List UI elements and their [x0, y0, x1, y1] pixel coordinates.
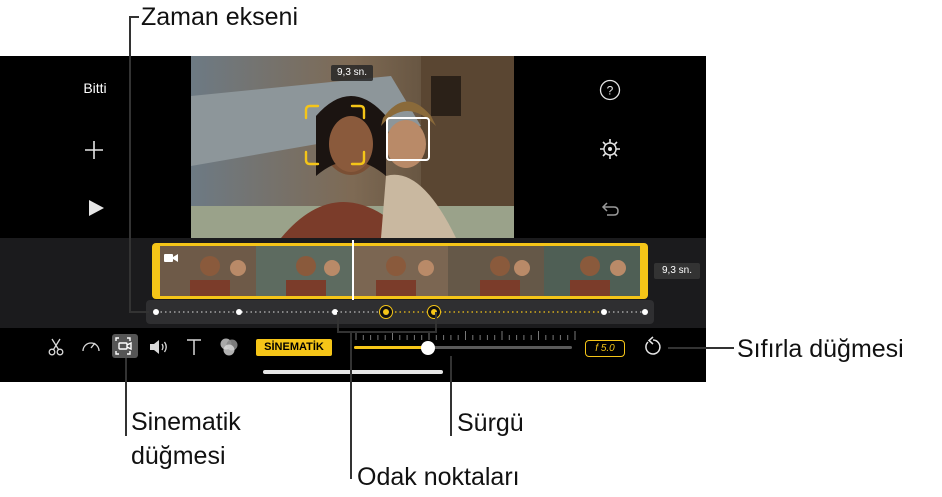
focus-callout-line	[337, 312, 339, 332]
question-icon[interactable]: ?	[599, 79, 621, 101]
slider-callout: Sürgü	[457, 409, 524, 437]
reset-icon[interactable]	[642, 336, 664, 358]
filters-icon[interactable]	[218, 336, 240, 358]
clip-thumbnails	[160, 246, 640, 296]
focus-frame[interactable]	[304, 104, 366, 166]
focus-callout-line	[337, 331, 437, 333]
left-controls: Bitti	[0, 56, 190, 238]
cinematic-button-callout: Sinematik	[131, 408, 241, 436]
timeline-callout-line	[129, 311, 149, 313]
cinematic-callout-line	[125, 358, 127, 436]
plus-icon[interactable]	[82, 138, 106, 162]
svg-text:?: ?	[607, 84, 614, 98]
focus-point-selected[interactable]	[379, 305, 393, 319]
focus-point-selected[interactable]	[427, 305, 441, 319]
home-indicator	[263, 370, 443, 374]
text-icon[interactable]	[184, 337, 204, 357]
focus-callout-line	[435, 312, 437, 332]
reset-button-callout: Sıfırla düğmesi	[737, 335, 904, 363]
focus-point[interactable]	[153, 309, 159, 315]
clip-duration-badge: 9,3 sn.	[654, 263, 700, 279]
focus-point[interactable]	[642, 309, 648, 315]
timeline-callout-line	[129, 16, 131, 312]
cinematic-button-callout: düğmesi	[131, 442, 226, 470]
scissors-icon[interactable]	[46, 337, 66, 357]
speaker-icon[interactable]	[148, 337, 170, 357]
video-clip[interactable]	[152, 243, 648, 299]
tracking-box[interactable]	[386, 117, 430, 161]
aperture-slider[interactable]	[354, 341, 572, 355]
slider-fill	[354, 346, 428, 349]
play-icon[interactable]	[86, 198, 106, 218]
right-controls: ?	[515, 56, 706, 238]
reset-callout-line	[668, 347, 734, 349]
playhead-time-badge: 9,3 sn.	[331, 65, 373, 81]
focus-point[interactable]	[236, 309, 242, 315]
clip-camera-icon	[164, 250, 178, 262]
undo-icon[interactable]	[599, 198, 621, 220]
cinematic-label: SİNEMATİK	[256, 339, 332, 356]
focus-track[interactable]	[146, 300, 654, 324]
aperture-value-button[interactable]: f 5.0	[585, 340, 625, 357]
slider-callout-line	[450, 356, 452, 436]
cinematic-camera-icon[interactable]	[112, 334, 138, 358]
done-button[interactable]: Bitti	[60, 80, 130, 96]
video-preview[interactable]: 9,3 sn.	[191, 56, 514, 238]
focus-points-callout: Odak noktaları	[357, 463, 520, 491]
playhead[interactable]	[352, 240, 354, 302]
timeline-callout: Zaman ekseni	[141, 3, 299, 31]
speedometer-icon[interactable]	[80, 336, 102, 358]
slider-knob[interactable]	[421, 341, 435, 355]
timeline-callout-line	[129, 16, 139, 18]
focus-point[interactable]	[601, 309, 607, 315]
focus-callout-line	[350, 331, 352, 479]
gear-icon[interactable]	[599, 138, 621, 160]
